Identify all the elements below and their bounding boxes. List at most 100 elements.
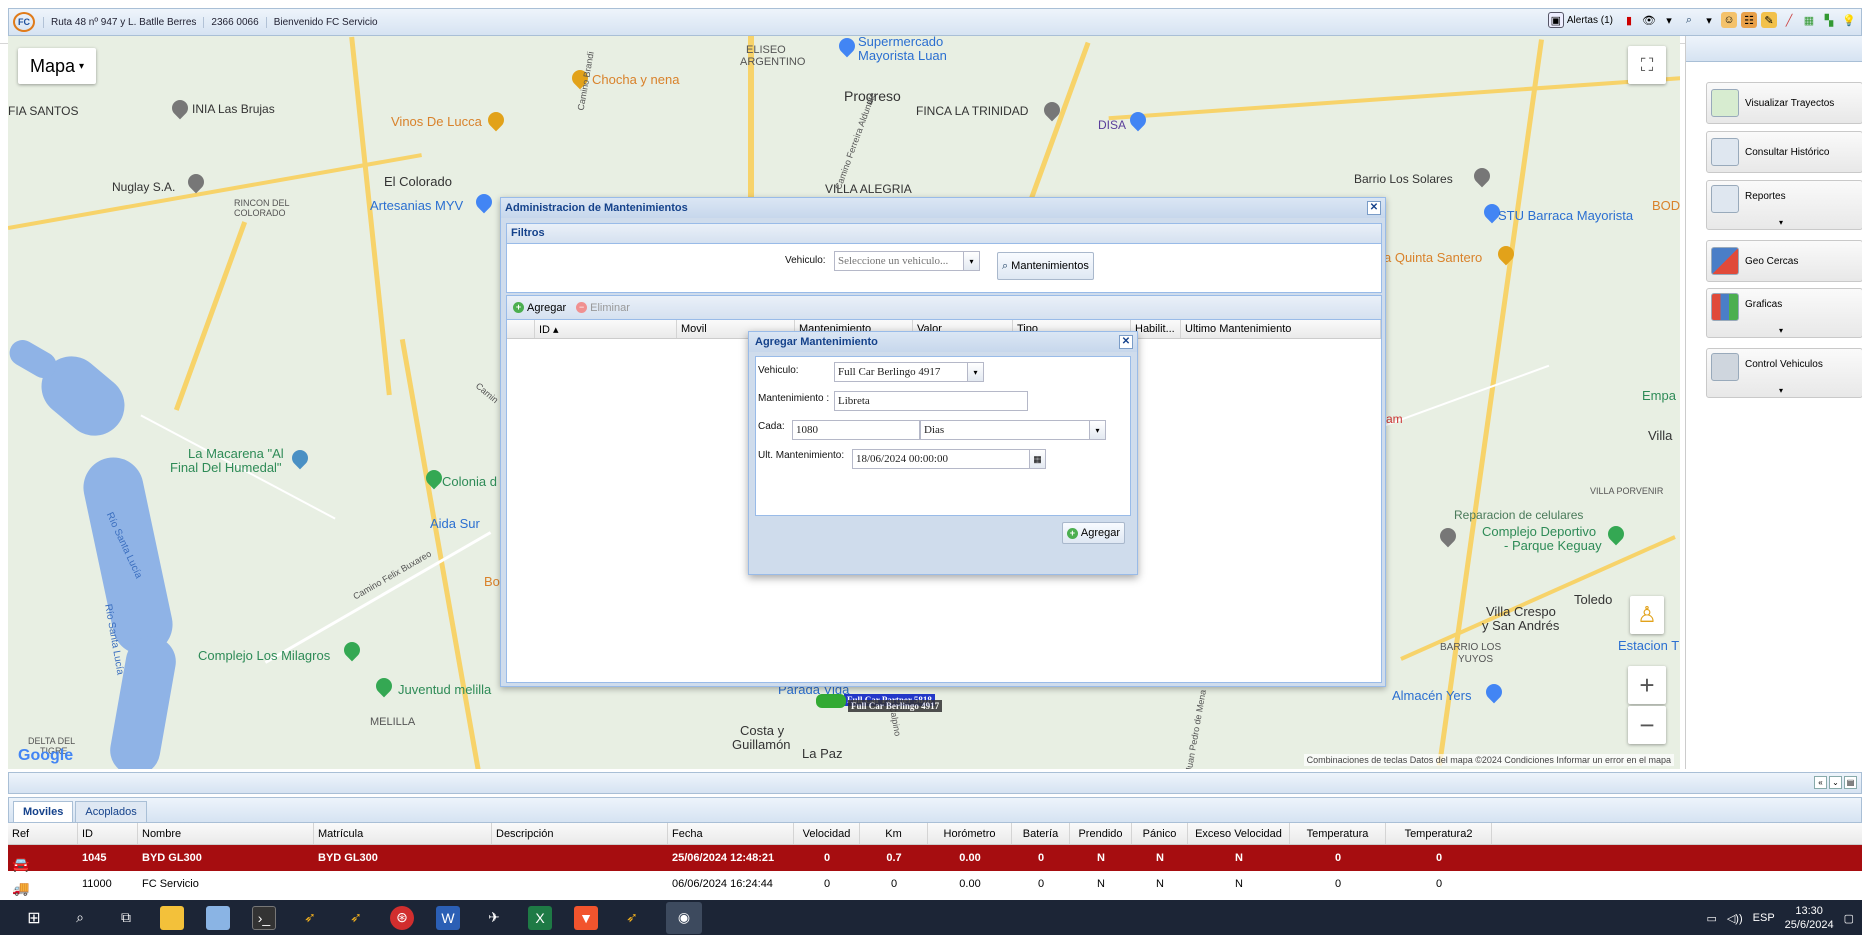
place-pin-icon xyxy=(1436,524,1460,548)
search-icon[interactable]: ⌕ xyxy=(68,906,92,930)
add-maintenance-button[interactable]: + Agregar xyxy=(513,302,566,314)
chevron-down-icon[interactable]: ▾ xyxy=(964,251,980,271)
consultar-historico-button[interactable]: Consultar Histórico xyxy=(1706,131,1862,173)
dialog-add-button[interactable]: + Agregar xyxy=(1061,522,1125,544)
column-header-exceso[interactable]: Exceso Velocidad xyxy=(1188,823,1290,844)
unit-select[interactable]: Dias xyxy=(920,420,1090,440)
window-title-bar[interactable]: Administracion de Mantenimientos ✕ xyxy=(501,198,1385,218)
task-view-icon[interactable]: ⧉ xyxy=(114,906,138,930)
zoom-out-button[interactable]: − xyxy=(1628,706,1666,744)
column-header-ultimo[interactable]: Ultimo Mantenimiento xyxy=(1181,320,1381,338)
layout-icon[interactable]: ▤ xyxy=(1844,776,1857,789)
zoom-icon[interactable]: ⌕ xyxy=(1681,12,1697,28)
grid-icon[interactable]: ▦ xyxy=(1801,12,1817,28)
control-vehiculos-button[interactable]: Control Vehiculos ▾ xyxy=(1706,348,1862,398)
street-view-icon[interactable]: ♙ xyxy=(1630,596,1664,634)
car-icon[interactable] xyxy=(816,694,846,708)
column-header-prendido[interactable]: Prendido xyxy=(1070,823,1132,844)
column-header-id[interactable]: ID ▴ xyxy=(535,320,677,338)
delete-maintenance-button[interactable]: − Eliminar xyxy=(576,302,630,314)
graficas-button[interactable]: Graficas ▾ xyxy=(1706,288,1862,338)
cell-fecha: 25/06/2024 12:48:21 xyxy=(672,852,775,864)
vehicle-filter-input[interactable] xyxy=(834,251,964,271)
notes-icon[interactable]: ✎ xyxy=(1761,12,1777,28)
excel-icon[interactable]: X xyxy=(528,905,552,930)
zoom-in-button[interactable]: + xyxy=(1628,666,1666,704)
column-header-id[interactable]: ID xyxy=(78,823,138,844)
app-plane-icon[interactable]: ✈ xyxy=(482,906,506,930)
windows-start-icon[interactable]: ⊞ xyxy=(22,906,46,930)
chevron-down-icon[interactable]: ▾ xyxy=(1090,420,1106,440)
history-icon xyxy=(1711,138,1739,166)
eye-icon[interactable]: 👁 xyxy=(1641,12,1657,28)
column-header-habilitado[interactable]: Habilit... xyxy=(1131,320,1181,338)
maintenance-input[interactable] xyxy=(834,391,1028,411)
column-header-horometro[interactable]: Horómetro xyxy=(928,823,1012,844)
notifications-icon[interactable]: ▢ xyxy=(1844,912,1854,925)
double-down-arrow-icon[interactable]: ⌄ xyxy=(1829,776,1842,789)
column-header-bateria[interactable]: Batería xyxy=(1012,823,1070,844)
app-bird-icon[interactable]: ➶ xyxy=(344,906,368,930)
chevron-down-icon[interactable]: ▾ xyxy=(968,362,984,382)
traffic-light-icon[interactable]: ▮ xyxy=(1621,12,1637,28)
map-label: a Quinta Santero xyxy=(1384,250,1483,265)
brave-icon[interactable]: ▼ xyxy=(574,905,598,930)
unit-combo[interactable]: Dias ▾ xyxy=(920,420,1106,440)
vehicle-label[interactable]: Full Car Berlingo 4917 xyxy=(848,700,943,712)
map-label: BARRIO LOS xyxy=(1440,642,1502,653)
column-header-temperatura2[interactable]: Temperatura2 xyxy=(1386,823,1492,844)
geo-cercas-button[interactable]: Geo Cercas xyxy=(1706,240,1862,282)
last-maintenance-datefield[interactable]: ▦ xyxy=(852,449,1046,469)
tab-moviles[interactable]: Moviles xyxy=(13,801,74,822)
word-icon[interactable]: W xyxy=(436,905,460,930)
column-header-panico[interactable]: Pánico xyxy=(1132,823,1188,844)
layout-icon[interactable]: ▚ xyxy=(1821,12,1837,28)
every-value-input[interactable] xyxy=(792,420,920,440)
clock[interactable]: 13:30 25/6/2024 xyxy=(1785,904,1834,932)
map-footer-links[interactable]: Combinaciones de teclas Datos del mapa ©… xyxy=(1303,754,1674,766)
volume-icon[interactable]: ◁)) xyxy=(1727,912,1743,925)
alerts-button[interactable]: ▣ Alertas (1) xyxy=(1544,12,1617,28)
vehicle-combo[interactable]: Full Car Berlingo 4917 ▾ xyxy=(834,362,984,382)
vehicle-select[interactable]: Full Car Berlingo 4917 xyxy=(834,362,968,382)
contacts-icon[interactable]: ☷ xyxy=(1741,12,1757,28)
ruler-icon[interactable]: ╱ xyxy=(1781,12,1797,28)
users-icon[interactable]: ☺ xyxy=(1721,12,1737,28)
column-header-nombre[interactable]: Nombre xyxy=(138,823,314,844)
column-header-descripcion[interactable]: Descripción xyxy=(492,823,668,844)
table-row[interactable]: 🚚 11000 FC Servicio 06/06/2024 16:24:44 … xyxy=(8,871,1862,897)
fullscreen-icon[interactable]: ⛶ xyxy=(1628,46,1666,84)
map-type-button[interactable]: Mapa ▾ xyxy=(18,48,96,84)
calendar-icon[interactable]: ▦ xyxy=(1030,449,1046,469)
column-header-matricula[interactable]: Matrícula xyxy=(314,823,492,844)
last-maintenance-input[interactable] xyxy=(852,449,1030,469)
calculator-icon[interactable] xyxy=(206,905,230,930)
close-icon[interactable]: ✕ xyxy=(1119,335,1133,349)
visualizar-trayectos-button[interactable]: Visualizar Trayectos xyxy=(1706,82,1862,124)
column-header-fecha[interactable]: Fecha xyxy=(668,823,794,844)
bulb-icon[interactable]: 💡 xyxy=(1841,12,1857,28)
vehicle-label: Vehiculo: xyxy=(758,365,799,376)
vehicle-filter-combo[interactable]: ▾ xyxy=(834,251,980,271)
column-header-temperatura[interactable]: Temperatura xyxy=(1290,823,1386,844)
search-maintenance-button[interactable]: ⌕ Mantenimientos xyxy=(997,252,1094,280)
app-bird-icon[interactable]: ➶ xyxy=(620,906,644,930)
column-header-velocidad[interactable]: Velocidad xyxy=(794,823,860,844)
close-icon[interactable]: ✕ xyxy=(1367,201,1381,215)
column-header-km[interactable]: Km xyxy=(860,823,928,844)
chrome-icon[interactable]: ◉ xyxy=(666,901,702,934)
language-indicator[interactable]: ESP xyxy=(1753,912,1775,924)
reportes-button[interactable]: Reportes ▾ xyxy=(1706,180,1862,230)
app-bird-icon[interactable]: ➶ xyxy=(298,906,322,930)
dropdown-arrow-icon[interactable]: ▾ xyxy=(1701,12,1717,28)
terminal-icon[interactable]: ›_ xyxy=(252,905,276,930)
double-left-arrow-icon[interactable]: « xyxy=(1814,776,1827,789)
network-icon[interactable]: ▭ xyxy=(1706,912,1716,925)
dropdown-arrow-icon[interactable]: ▾ xyxy=(1661,12,1677,28)
app-red-icon[interactable]: ⊛ xyxy=(390,905,414,930)
file-explorer-icon[interactable] xyxy=(160,905,184,930)
column-header-ref[interactable]: Ref xyxy=(8,823,78,844)
table-row[interactable]: 🚘 1045 BYD GL300 BYD GL300 25/06/2024 12… xyxy=(8,845,1862,872)
dialog-title-bar[interactable]: Agregar Mantenimiento ✕ xyxy=(749,332,1137,352)
tab-acoplados[interactable]: Acoplados xyxy=(75,801,147,822)
